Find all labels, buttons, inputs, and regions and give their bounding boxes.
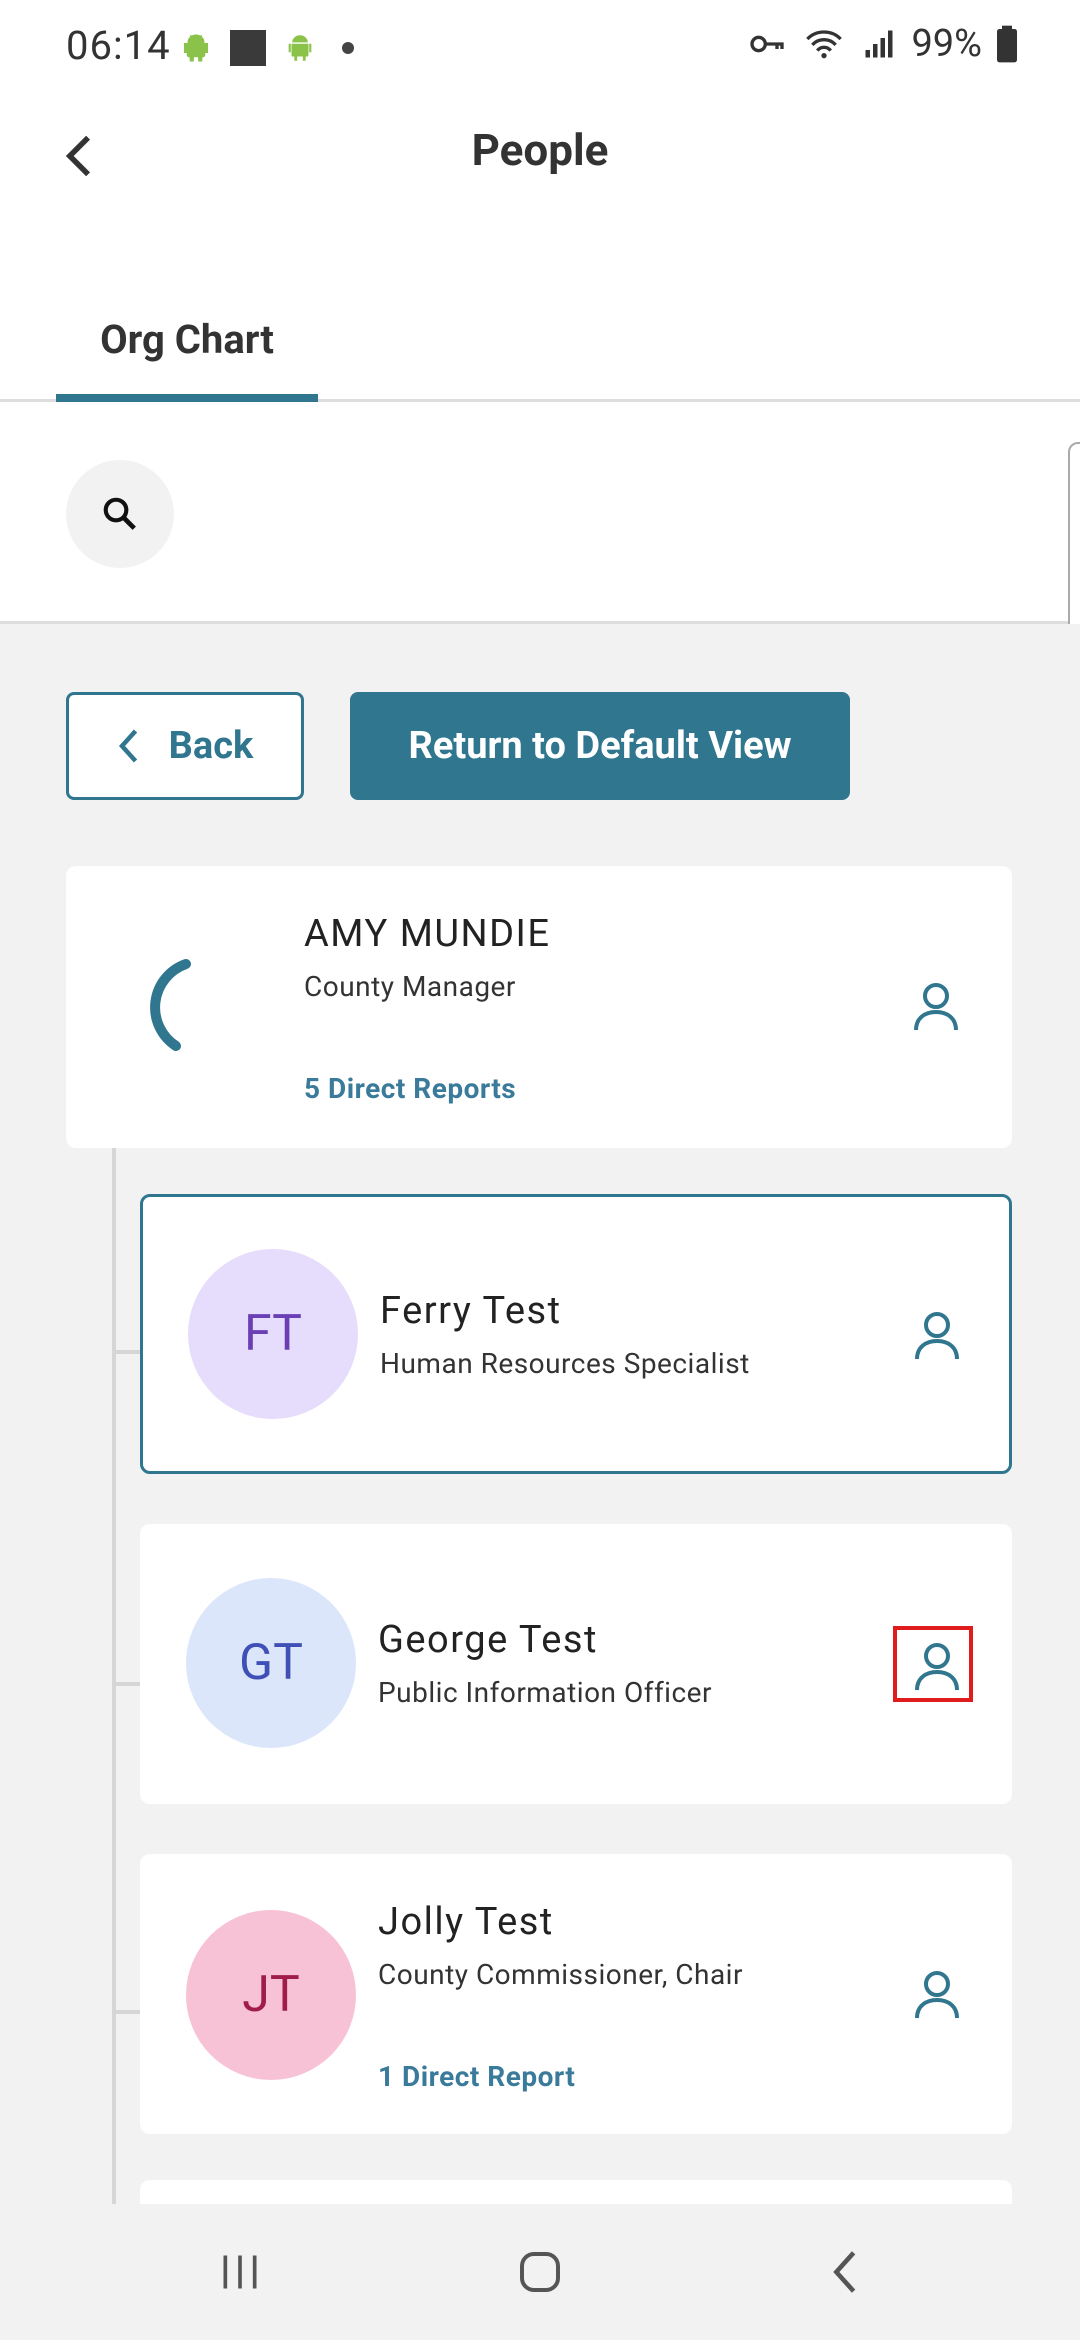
avatar: GT xyxy=(186,1578,356,1748)
battery-icon xyxy=(997,25,1017,63)
tab-active-indicator xyxy=(56,394,318,402)
wifi-icon xyxy=(806,30,843,59)
notification-icons xyxy=(178,30,354,66)
person-card-partial[interactable] xyxy=(140,2180,1012,2204)
person-icon xyxy=(915,1971,959,2019)
android-icon xyxy=(288,35,312,61)
battery-percent: 99% xyxy=(911,22,982,66)
direct-reports-link[interactable]: 1 Direct Report xyxy=(378,2060,575,2093)
image-notification-icon xyxy=(230,30,266,66)
chevron-left-icon xyxy=(118,729,137,763)
search-row xyxy=(0,402,1080,782)
avatar: JT xyxy=(186,1910,356,2080)
person-card-ferry[interactable]: FT Ferry Test Human Resources Specialist xyxy=(140,1194,1012,1474)
person-icon xyxy=(915,1312,959,1360)
person-role: Human Resources Specialist xyxy=(380,1347,750,1380)
org-chart-content: Back Return to Default View AMY MUNDIE C… xyxy=(0,624,1080,2204)
vpn-key-icon xyxy=(750,35,785,53)
app-header: People xyxy=(0,96,1080,216)
view-profile-button[interactable] xyxy=(904,974,968,1038)
signal-icon xyxy=(865,30,893,58)
person-name: Ferry Test xyxy=(380,1289,562,1333)
recent-apps-icon xyxy=(223,2255,257,2289)
view-profile-button[interactable] xyxy=(905,1303,969,1367)
more-notifications-dot-icon xyxy=(342,42,354,54)
system-back-button[interactable] xyxy=(804,2240,884,2304)
person-card-george[interactable]: GT George Test Public Information Office… xyxy=(140,1524,1012,1804)
org-tree-branch xyxy=(112,1350,140,1354)
tab-bar: Org Chart xyxy=(0,300,1080,402)
manager-direct-reports-link[interactable]: 5 Direct Reports xyxy=(304,1072,516,1105)
search-icon xyxy=(103,497,136,530)
back-icon xyxy=(833,2251,856,2293)
manager-name: AMY MUNDIE xyxy=(304,912,551,956)
person-name: George Test xyxy=(378,1618,598,1662)
person-card-jolly[interactable]: JT Jolly Test County Commissioner, Chair… xyxy=(140,1854,1012,2134)
org-tree-branch xyxy=(112,2010,140,2014)
org-tree-branch xyxy=(112,1682,140,1686)
return-default-view-button[interactable]: Return to Default View xyxy=(350,692,850,800)
view-profile-button[interactable] xyxy=(905,1962,969,2026)
manager-card[interactable]: AMY MUNDIE County Manager 5 Direct Repor… xyxy=(66,866,1012,1148)
status-time: 06:14 xyxy=(66,22,171,69)
android-icon xyxy=(183,34,209,62)
org-tree-line xyxy=(112,1148,116,2204)
home-button[interactable] xyxy=(500,2240,580,2304)
avatar: FT xyxy=(188,1249,358,1419)
person-role: County Commissioner, Chair xyxy=(378,1958,743,1991)
system-nav-bar xyxy=(0,2204,1080,2340)
person-name: Jolly Test xyxy=(378,1900,554,1944)
tab-org-chart[interactable]: Org Chart xyxy=(56,300,318,402)
page-title: People xyxy=(471,124,609,176)
person-role: Public Information Officer xyxy=(378,1676,712,1709)
person-icon xyxy=(914,983,958,1031)
back-button[interactable]: Back xyxy=(66,692,304,800)
loading-spinner-icon xyxy=(150,959,191,1051)
status-bar: 06:14 99% xyxy=(0,0,1080,96)
search-button[interactable] xyxy=(66,460,174,568)
system-status: 99% xyxy=(747,22,1018,66)
manager-role: County Manager xyxy=(304,970,516,1003)
recent-apps-button[interactable] xyxy=(200,2240,280,2304)
home-icon xyxy=(520,2252,560,2292)
back-button-label: Back xyxy=(168,724,254,768)
highlight-box xyxy=(893,1626,973,1702)
